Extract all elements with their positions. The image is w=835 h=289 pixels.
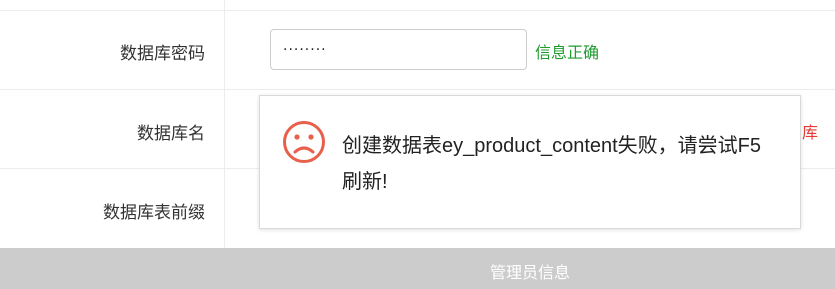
column-divider <box>224 169 225 248</box>
error-dialog: 创建数据表ey_product_content失败，请尝试F5刷新! <box>259 95 801 229</box>
form-row-top <box>0 0 835 11</box>
column-divider <box>224 0 225 10</box>
sad-face-icon <box>282 120 326 164</box>
error-message: 创建数据表ey_product_content失败，请尝试F5刷新! <box>342 135 762 193</box>
section-header: 管理员信息 <box>0 248 835 289</box>
password-status: 信息正确 <box>535 43 600 62</box>
column-divider <box>224 11 225 89</box>
password-label: 数据库密码 <box>120 44 205 64</box>
column-divider <box>224 90 225 168</box>
dbname-status: 库 <box>802 123 819 142</box>
section-title: 管理员信息 <box>489 263 570 282</box>
password-input[interactable] <box>270 29 527 70</box>
form-row-password: 数据库密码 信息正确 <box>0 11 835 90</box>
prefix-label: 数据库表前缀 <box>103 203 205 223</box>
dbname-label: 数据库名 <box>137 124 205 144</box>
